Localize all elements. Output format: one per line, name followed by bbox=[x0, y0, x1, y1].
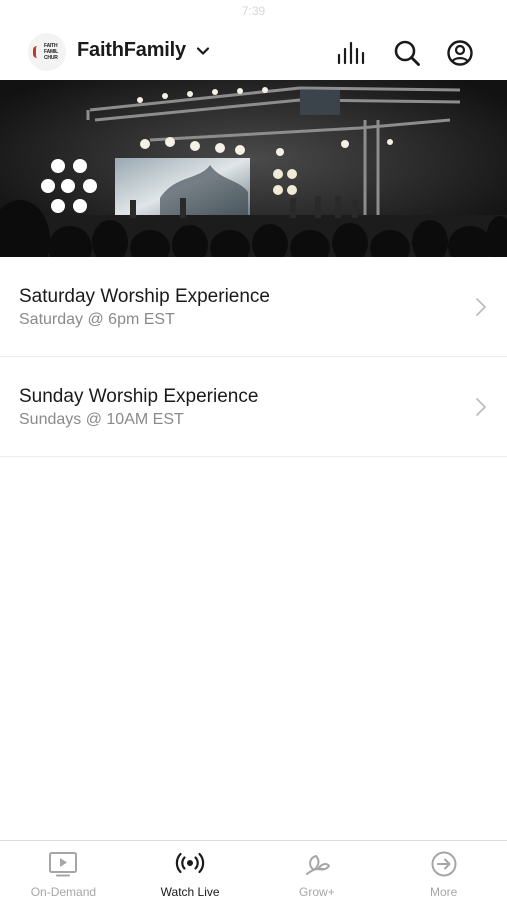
service-schedule: Sundays @ 10AM EST bbox=[19, 411, 184, 428]
service-list: Saturday Worship Experience Saturday @ 6… bbox=[0, 257, 507, 457]
church-logo[interactable]: FAITH FAMIL CHUR bbox=[28, 33, 66, 71]
audio-button[interactable] bbox=[337, 38, 367, 68]
tab-on-demand[interactable]: On-Demand bbox=[0, 841, 127, 900]
logo-mark bbox=[33, 46, 38, 58]
tab-watch-live[interactable]: Watch Live bbox=[127, 841, 254, 900]
chevron-right-icon bbox=[476, 298, 486, 316]
list-item-saturday-service[interactable]: Saturday Worship Experience Saturday @ 6… bbox=[0, 257, 507, 357]
chevron-right-icon bbox=[476, 398, 486, 416]
list-item-sunday-service[interactable]: Sunday Worship Experience Sundays @ 10AM… bbox=[0, 357, 507, 457]
status-bar: 7:39 bbox=[0, 0, 507, 24]
tab-grow[interactable]: Grow+ bbox=[254, 841, 381, 900]
tab-label: Watch Live bbox=[160, 885, 220, 899]
sprout-icon bbox=[305, 855, 330, 875]
account-button[interactable] bbox=[445, 38, 475, 68]
tab-label: On-Demand bbox=[30, 885, 97, 899]
brand-name: FaithFamily bbox=[77, 39, 186, 61]
account-icon bbox=[447, 40, 473, 66]
bottom-tab-bar: On-Demand Watch Live Grow+ More bbox=[0, 840, 507, 900]
logo-line-3: CHUR bbox=[44, 55, 58, 61]
service-title: Sunday Worship Experience bbox=[19, 386, 259, 407]
concert-stage-banner bbox=[0, 80, 507, 257]
audio-bars-icon bbox=[337, 41, 365, 65]
arrow-circle-icon bbox=[431, 851, 457, 877]
search-icon bbox=[394, 40, 420, 66]
logo-text: FAITH FAMIL CHUR bbox=[44, 43, 58, 61]
brand-switcher[interactable]: FaithFamily bbox=[77, 39, 210, 62]
broadcast-icon bbox=[175, 852, 205, 874]
tab-label: More bbox=[429, 885, 458, 899]
concert-stage-image bbox=[0, 80, 507, 257]
tab-label: Grow+ bbox=[299, 885, 335, 899]
search-button[interactable] bbox=[392, 38, 422, 68]
service-title: Saturday Worship Experience bbox=[19, 286, 270, 307]
service-schedule: Saturday @ 6pm EST bbox=[19, 311, 175, 328]
status-time: 7:39 bbox=[241, 4, 266, 18]
app-header: FAITH FAMIL CHUR FaithFamily bbox=[0, 24, 507, 80]
tv-play-icon bbox=[49, 852, 78, 877]
tab-more[interactable]: More bbox=[380, 841, 507, 900]
chevron-down-icon bbox=[196, 46, 210, 55]
